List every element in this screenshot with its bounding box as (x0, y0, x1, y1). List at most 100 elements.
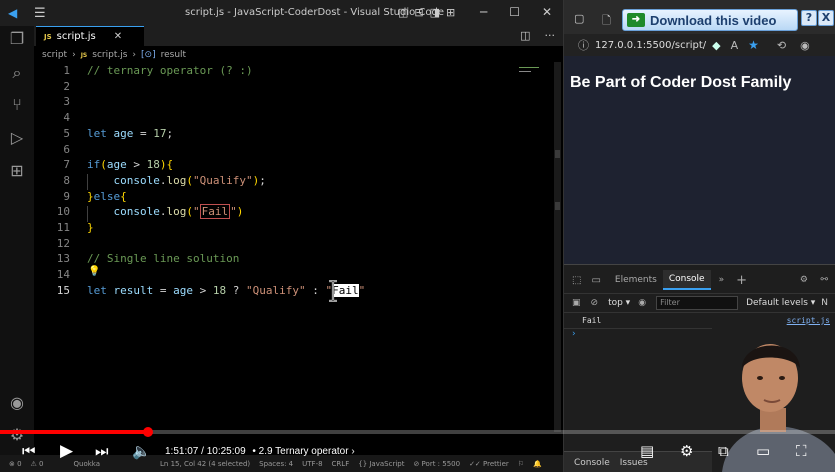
line-code: } (87, 220, 94, 236)
line-code: console.log("Qualify"); (87, 173, 266, 189)
previous-icon[interactable]: ⏮ (22, 442, 36, 460)
explorer-icon[interactable]: ❐ (8, 30, 26, 48)
close-icon[interactable]: ✕ (542, 5, 552, 19)
customize-layout-icon[interactable]: ⊞ (446, 6, 455, 19)
tab-elements[interactable]: Elements (615, 275, 657, 285)
video-progress-bar[interactable] (0, 427, 835, 437)
code-line[interactable]: 15 let result = age > 18 ? "Qualify" : "F… (34, 283, 554, 299)
maximize-icon[interactable]: ☐ (509, 5, 520, 19)
log-levels-dropdown[interactable]: Default levels ▾ (746, 298, 815, 308)
console-prompt[interactable]: › (572, 329, 576, 339)
search-icon[interactable]: ⌕ (8, 64, 26, 82)
code-line[interactable]: 14 (34, 267, 554, 283)
toggle-secondary-sidebar-icon[interactable]: ◨ (430, 6, 440, 19)
code-line[interactable]: 4 (34, 110, 554, 126)
console-source-link[interactable]: script.js (787, 316, 830, 325)
code-token: = (153, 283, 174, 297)
code-line[interactable]: 1 // ternary operator (? :) (34, 63, 554, 79)
code-token: log (166, 205, 187, 219)
favorite-star-icon[interactable]: ★ (748, 38, 759, 52)
code-editor[interactable]: 1 // ternary operator (? :) 2 3 4 5 let age = … (34, 62, 554, 430)
lightbulb-icon[interactable]: 💡 (88, 266, 100, 277)
sidebar-toggle-icon[interactable]: ▣ (572, 298, 581, 308)
line-code: let age = 17; (87, 126, 173, 142)
code-line[interactable]: 13 // Single line solution (34, 251, 554, 267)
breadcrumb-folder[interactable]: script (42, 50, 67, 60)
devtools-settings-gear-icon[interactable]: ⚙ (800, 275, 808, 285)
theater-mode-icon[interactable]: ▭ (756, 442, 770, 460)
profile-avatar-icon[interactable]: ◉ (800, 39, 810, 52)
toggle-panel-icon[interactable]: ⊟ (414, 6, 423, 19)
code-line[interactable]: 10 console.log(" Fail ") (34, 204, 554, 220)
add-tab-icon[interactable]: + (736, 273, 747, 288)
download-video-button[interactable]: ➜ Download this video (622, 9, 798, 31)
line-number: 8 (63, 173, 70, 187)
console-extra[interactable]: N (821, 298, 828, 308)
extensions-icon[interactable]: ⊞ (8, 162, 26, 180)
scrollbar-marker (555, 150, 560, 158)
read-aloud-icon[interactable]: A (731, 39, 739, 52)
title-bar: ◀ ☰ script.js - JavaScript-CoderDost - V… (0, 0, 563, 26)
menu-icon[interactable]: ☰ (34, 6, 46, 21)
code-line[interactable]: 5 let age = 17; (34, 126, 554, 142)
fullscreen-icon[interactable]: ⛶ (796, 442, 807, 460)
code-token: result (113, 283, 154, 297)
line-number: 2 (63, 79, 70, 93)
layout-controls: ◫ ⊟ ◨ ⊞ (398, 6, 455, 19)
code-token: log (166, 173, 187, 187)
inspect-element-icon[interactable]: ⬚ (572, 275, 581, 286)
console-filter-input[interactable]: Filter (656, 296, 739, 310)
settings-gear-icon[interactable]: ⚙ (680, 442, 693, 460)
code-line[interactable]: 9}else{ (34, 189, 554, 205)
miniplayer-icon[interactable]: ⧉ (718, 442, 729, 460)
browser-tab-bar: ▢ 🗋 ➜ Download this video ? X (564, 0, 835, 34)
line-code: // ternary operator (? :) (87, 63, 253, 79)
minimap[interactable] (519, 66, 549, 74)
split-editor-icon[interactable]: ◫ (520, 29, 530, 42)
code-line[interactable]: 12 (34, 236, 554, 252)
tab-close-icon[interactable]: ✕ (114, 31, 122, 42)
line-number: 4 (63, 111, 70, 125)
tag-icon[interactable]: ◆ (712, 39, 720, 52)
breadcrumb-symbol[interactable]: result (161, 50, 186, 60)
play-icon[interactable]: ▶ (60, 442, 73, 460)
devtools-customize-icon[interactable]: ⚯ (820, 275, 828, 285)
code-token: ; (259, 173, 266, 187)
editor-scrollbar[interactable] (554, 62, 561, 432)
code-line[interactable]: 7 if(age > 18){ (34, 157, 554, 173)
source-control-icon[interactable]: ⑂ (8, 96, 26, 114)
device-toolbar-icon[interactable]: ▭ (591, 275, 600, 286)
tab-script-js[interactable]: JS script.js ✕ (36, 26, 144, 46)
clear-console-icon[interactable]: ⊘ (591, 298, 599, 308)
breadcrumb-file[interactable]: script.js (92, 50, 127, 60)
toggle-sidebar-icon[interactable]: ◫ (398, 6, 408, 19)
minimize-icon[interactable]: ─ (480, 5, 487, 19)
next-icon[interactable]: ⏭ (95, 442, 109, 460)
code-token: // Single line solution (87, 252, 240, 266)
run-debug-icon[interactable]: ▷ (8, 129, 26, 147)
code-line[interactable]: 8 console.log("Qualify"); (34, 173, 554, 189)
code-line[interactable]: 6 (34, 142, 554, 158)
page-tab-icon[interactable]: 🗋 (602, 12, 611, 31)
more-tabs-icon[interactable]: » (719, 275, 725, 285)
url-field[interactable]: 127.0.0.1:5500/script/ (595, 40, 706, 51)
context-selector[interactable]: top ▾ (608, 298, 630, 308)
code-line[interactable]: 3 (34, 94, 554, 110)
line-number: 11 (56, 221, 70, 234)
vscode-logo-icon: ◀ (8, 6, 18, 20)
live-expression-eye-icon[interactable]: ◉ (638, 298, 646, 308)
download-help-button[interactable]: ? (801, 10, 817, 26)
subtitles-icon[interactable]: ▤ (640, 442, 654, 460)
tab-console[interactable]: Console (662, 270, 711, 290)
tab-actions-icon[interactable]: ▢ (574, 12, 584, 25)
code-line[interactable]: 2 (34, 79, 554, 95)
code-line[interactable]: 11} (34, 220, 554, 236)
extensions-puzzle-icon[interactable]: ⟲ (777, 39, 786, 52)
code-token: console (113, 205, 160, 219)
info-icon[interactable]: ⓘ (578, 37, 589, 53)
more-actions-icon[interactable]: ··· (545, 29, 556, 42)
download-close-button[interactable]: X (818, 10, 834, 26)
chapter-title[interactable]: • 2.9 Ternary operator › (252, 446, 354, 457)
volume-icon[interactable]: 🔈 (132, 442, 151, 460)
account-icon[interactable]: ◉ (8, 394, 26, 412)
